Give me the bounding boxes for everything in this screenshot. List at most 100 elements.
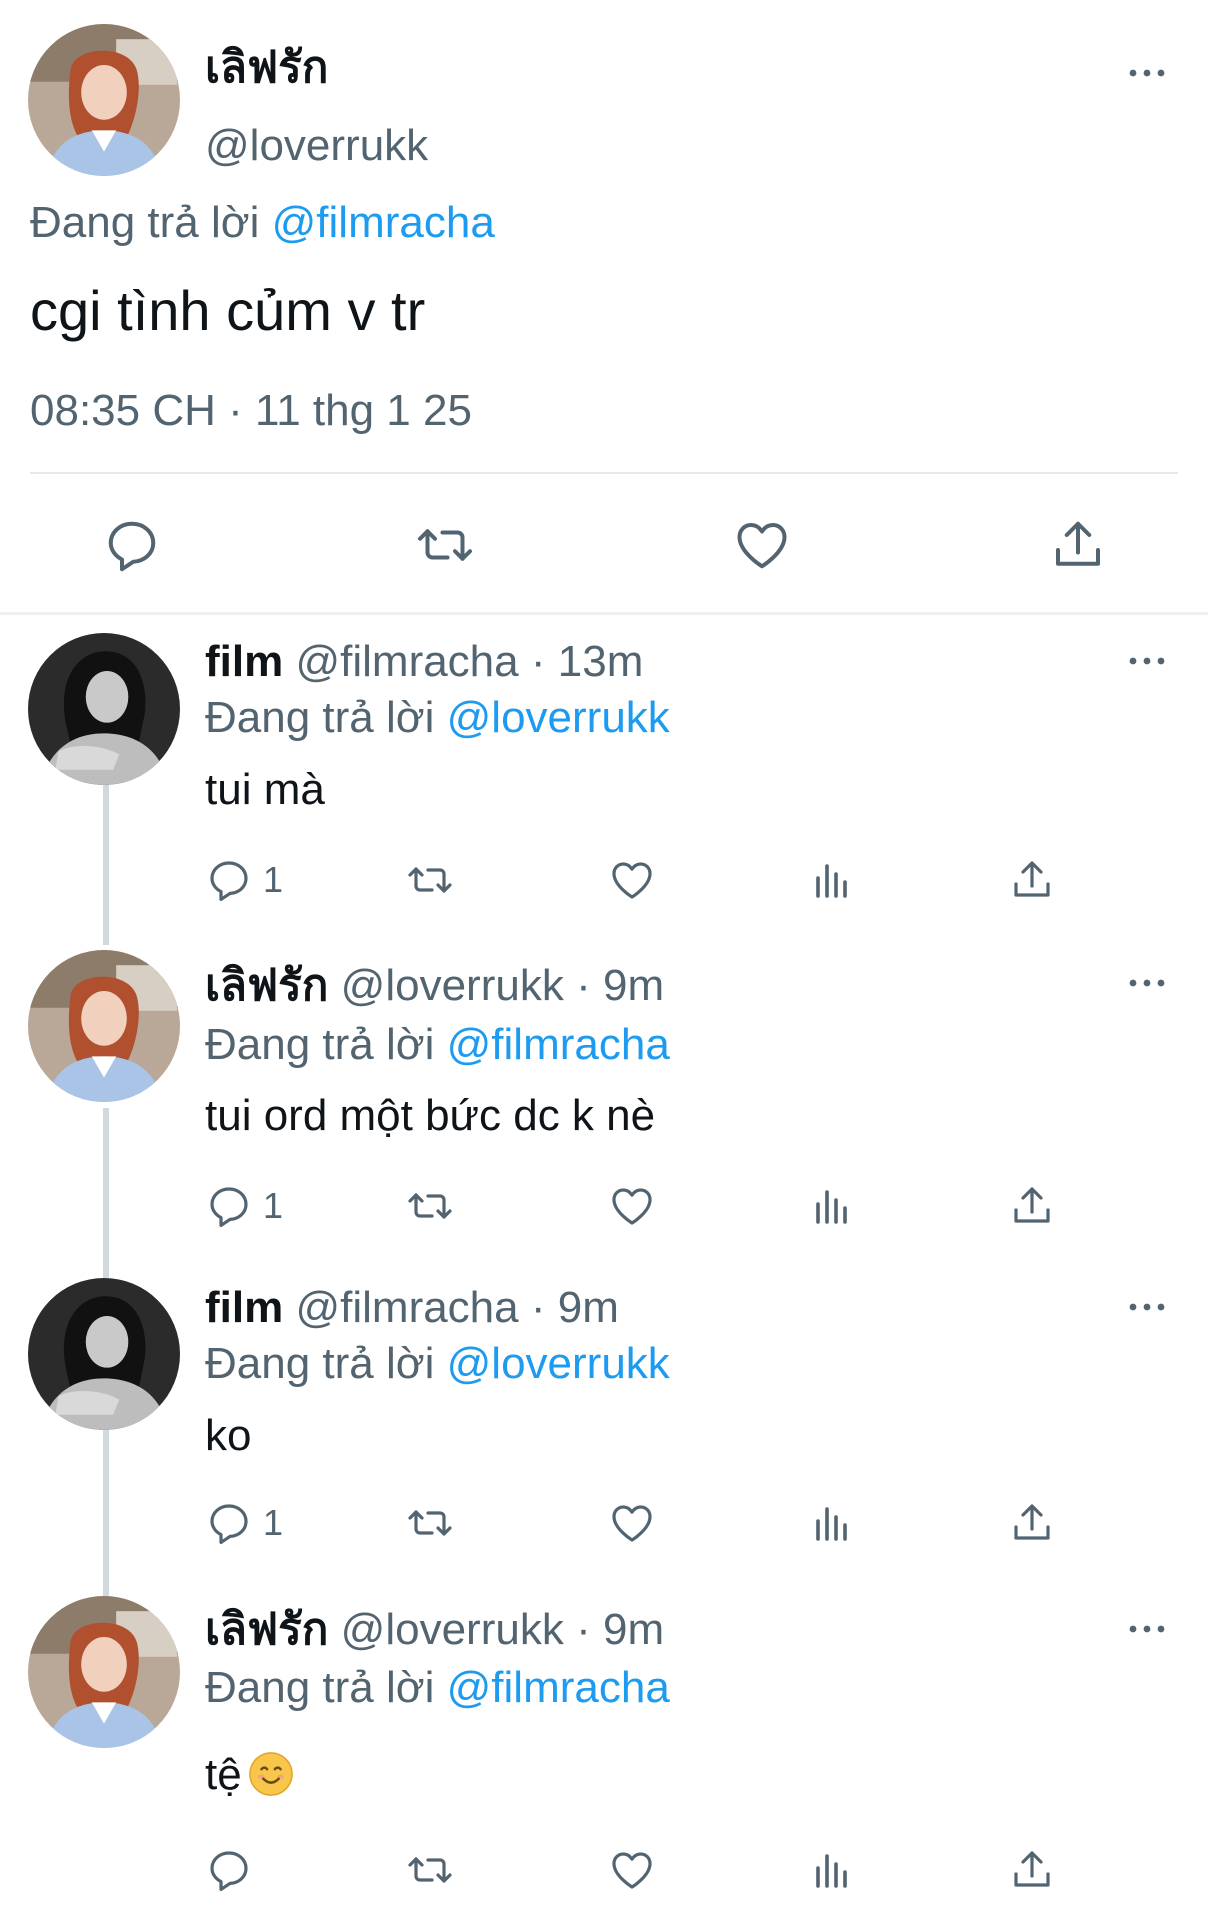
analytics-button[interactable]: [808, 1842, 856, 1898]
user-handle[interactable]: @loverrukk: [341, 961, 564, 1010]
share-icon: [1048, 515, 1108, 575]
display-name[interactable]: film: [205, 1283, 283, 1332]
replying-prefix: Đang trả lời: [30, 198, 260, 247]
heart-icon: [608, 1182, 656, 1230]
like-button[interactable]: [608, 1842, 656, 1898]
display-name[interactable]: film: [205, 637, 283, 686]
reply-header: เลิฟรัก @loverrukk · 9m: [205, 1605, 665, 1654]
retweet-button[interactable]: [406, 1495, 454, 1551]
reply-count: 1: [263, 1185, 284, 1226]
user-handle[interactable]: @loverrukk: [205, 118, 428, 174]
replying-to-link[interactable]: @filmracha: [272, 198, 495, 247]
share-icon: [1008, 1846, 1056, 1894]
replying-to: Đang trả lời @filmracha: [205, 1020, 670, 1069]
reply-icon: [102, 515, 162, 575]
tweet-text: tui mà: [205, 765, 325, 814]
replying-to: Đang trả lời @loverrukk: [205, 693, 670, 742]
retweet-icon: [406, 1846, 454, 1894]
like-button[interactable]: [608, 1495, 656, 1551]
retweet-icon: [415, 515, 475, 575]
tweet-timestamp[interactable]: 08:35 CH · 11 thg 1 25: [30, 383, 472, 439]
user-handle[interactable]: @loverrukk: [341, 1605, 564, 1654]
more-options-icon[interactable]: [1125, 1614, 1169, 1644]
heart-icon: [608, 856, 656, 904]
reply-button[interactable]: [97, 510, 167, 580]
user-handle[interactable]: @filmracha: [295, 637, 518, 686]
heart-icon: [608, 1846, 656, 1894]
reply-icon: [205, 1846, 253, 1894]
display-name[interactable]: เลิฟรัก: [205, 961, 328, 1010]
share-button[interactable]: [1008, 1842, 1056, 1898]
reply-icon: [205, 856, 253, 904]
analytics-button[interactable]: [808, 852, 856, 908]
share-button[interactable]: [1043, 510, 1113, 580]
replying-to-link[interactable]: @filmracha: [447, 1020, 670, 1069]
reply-header: film @filmracha · 9m: [205, 1283, 619, 1332]
thread-line: [103, 1108, 109, 1278]
avatar[interactable]: [28, 1278, 180, 1430]
tweet-text: tui ord một bức dc k nè: [205, 1091, 656, 1140]
tweet-time[interactable]: 13m: [558, 637, 644, 686]
retweet-button[interactable]: [406, 1178, 454, 1234]
smiling-face-emoji: [248, 1751, 294, 1797]
like-button[interactable]: [727, 510, 797, 580]
more-options-icon[interactable]: [1125, 58, 1169, 88]
reply-count: 1: [263, 859, 284, 900]
tweet-time[interactable]: 9m: [558, 1283, 619, 1332]
thread-line: [103, 785, 109, 945]
tweet-time[interactable]: 9m: [603, 961, 664, 1010]
share-button[interactable]: [1008, 1495, 1056, 1551]
avatar[interactable]: [28, 950, 180, 1102]
stats-icon: [808, 1846, 856, 1894]
share-button[interactable]: [1008, 852, 1056, 908]
retweet-button[interactable]: [406, 1842, 454, 1898]
user-handle[interactable]: @filmracha: [295, 1283, 518, 1332]
heart-icon: [608, 1499, 656, 1547]
reply-button[interactable]: 1: [205, 852, 283, 908]
display-name[interactable]: เลิฟรัก: [205, 40, 328, 96]
avatar[interactable]: [28, 1596, 180, 1748]
display-name[interactable]: เลิฟรัก: [205, 1605, 328, 1654]
stats-icon: [808, 1499, 856, 1547]
share-button[interactable]: [1008, 1178, 1056, 1234]
tweet-text: ko: [205, 1411, 252, 1460]
like-button[interactable]: [608, 852, 656, 908]
like-button[interactable]: [608, 1178, 656, 1234]
more-options-icon[interactable]: [1125, 646, 1169, 676]
stats-icon: [808, 1182, 856, 1230]
reply-button[interactable]: 1: [205, 1178, 283, 1234]
tweet-text: cgi tình củm v tr: [30, 279, 426, 342]
replying-to: Đang trả lời @filmracha: [30, 195, 495, 251]
tweet-text: tệ: [205, 1747, 294, 1803]
replying-to-link[interactable]: @loverrukk: [447, 693, 670, 742]
replying-to: Đang trả lời @filmracha: [205, 1663, 670, 1712]
share-icon: [1008, 1499, 1056, 1547]
reply-header: เลิฟรัก @loverrukk · 9m: [205, 961, 665, 1010]
avatar[interactable]: [28, 24, 180, 176]
stats-icon: [808, 856, 856, 904]
replying-to-link[interactable]: @filmracha: [447, 1663, 670, 1712]
heart-icon: [732, 515, 792, 575]
analytics-button[interactable]: [808, 1495, 856, 1551]
reply-header: film @filmracha · 13m: [205, 637, 644, 686]
reply-button[interactable]: 1: [205, 1495, 283, 1551]
more-options-icon[interactable]: [1125, 968, 1169, 998]
retweet-icon: [406, 856, 454, 904]
reply-button[interactable]: [205, 1842, 253, 1898]
replying-to-link[interactable]: @loverrukk: [447, 1339, 670, 1388]
analytics-button[interactable]: [808, 1178, 856, 1234]
more-options-icon[interactable]: [1125, 1292, 1169, 1322]
reply-count: 1: [263, 1502, 284, 1543]
replying-to: Đang trả lời @loverrukk: [205, 1339, 670, 1388]
divider: [0, 612, 1208, 615]
retweet-button[interactable]: [406, 852, 454, 908]
share-icon: [1008, 856, 1056, 904]
reply-icon: [205, 1182, 253, 1230]
divider: [30, 472, 1178, 474]
retweet-button[interactable]: [410, 510, 480, 580]
avatar[interactable]: [28, 633, 180, 785]
tweet-time[interactable]: 9m: [603, 1605, 664, 1654]
reply-icon: [205, 1499, 253, 1547]
retweet-icon: [406, 1499, 454, 1547]
thread-line: [103, 1430, 109, 1598]
